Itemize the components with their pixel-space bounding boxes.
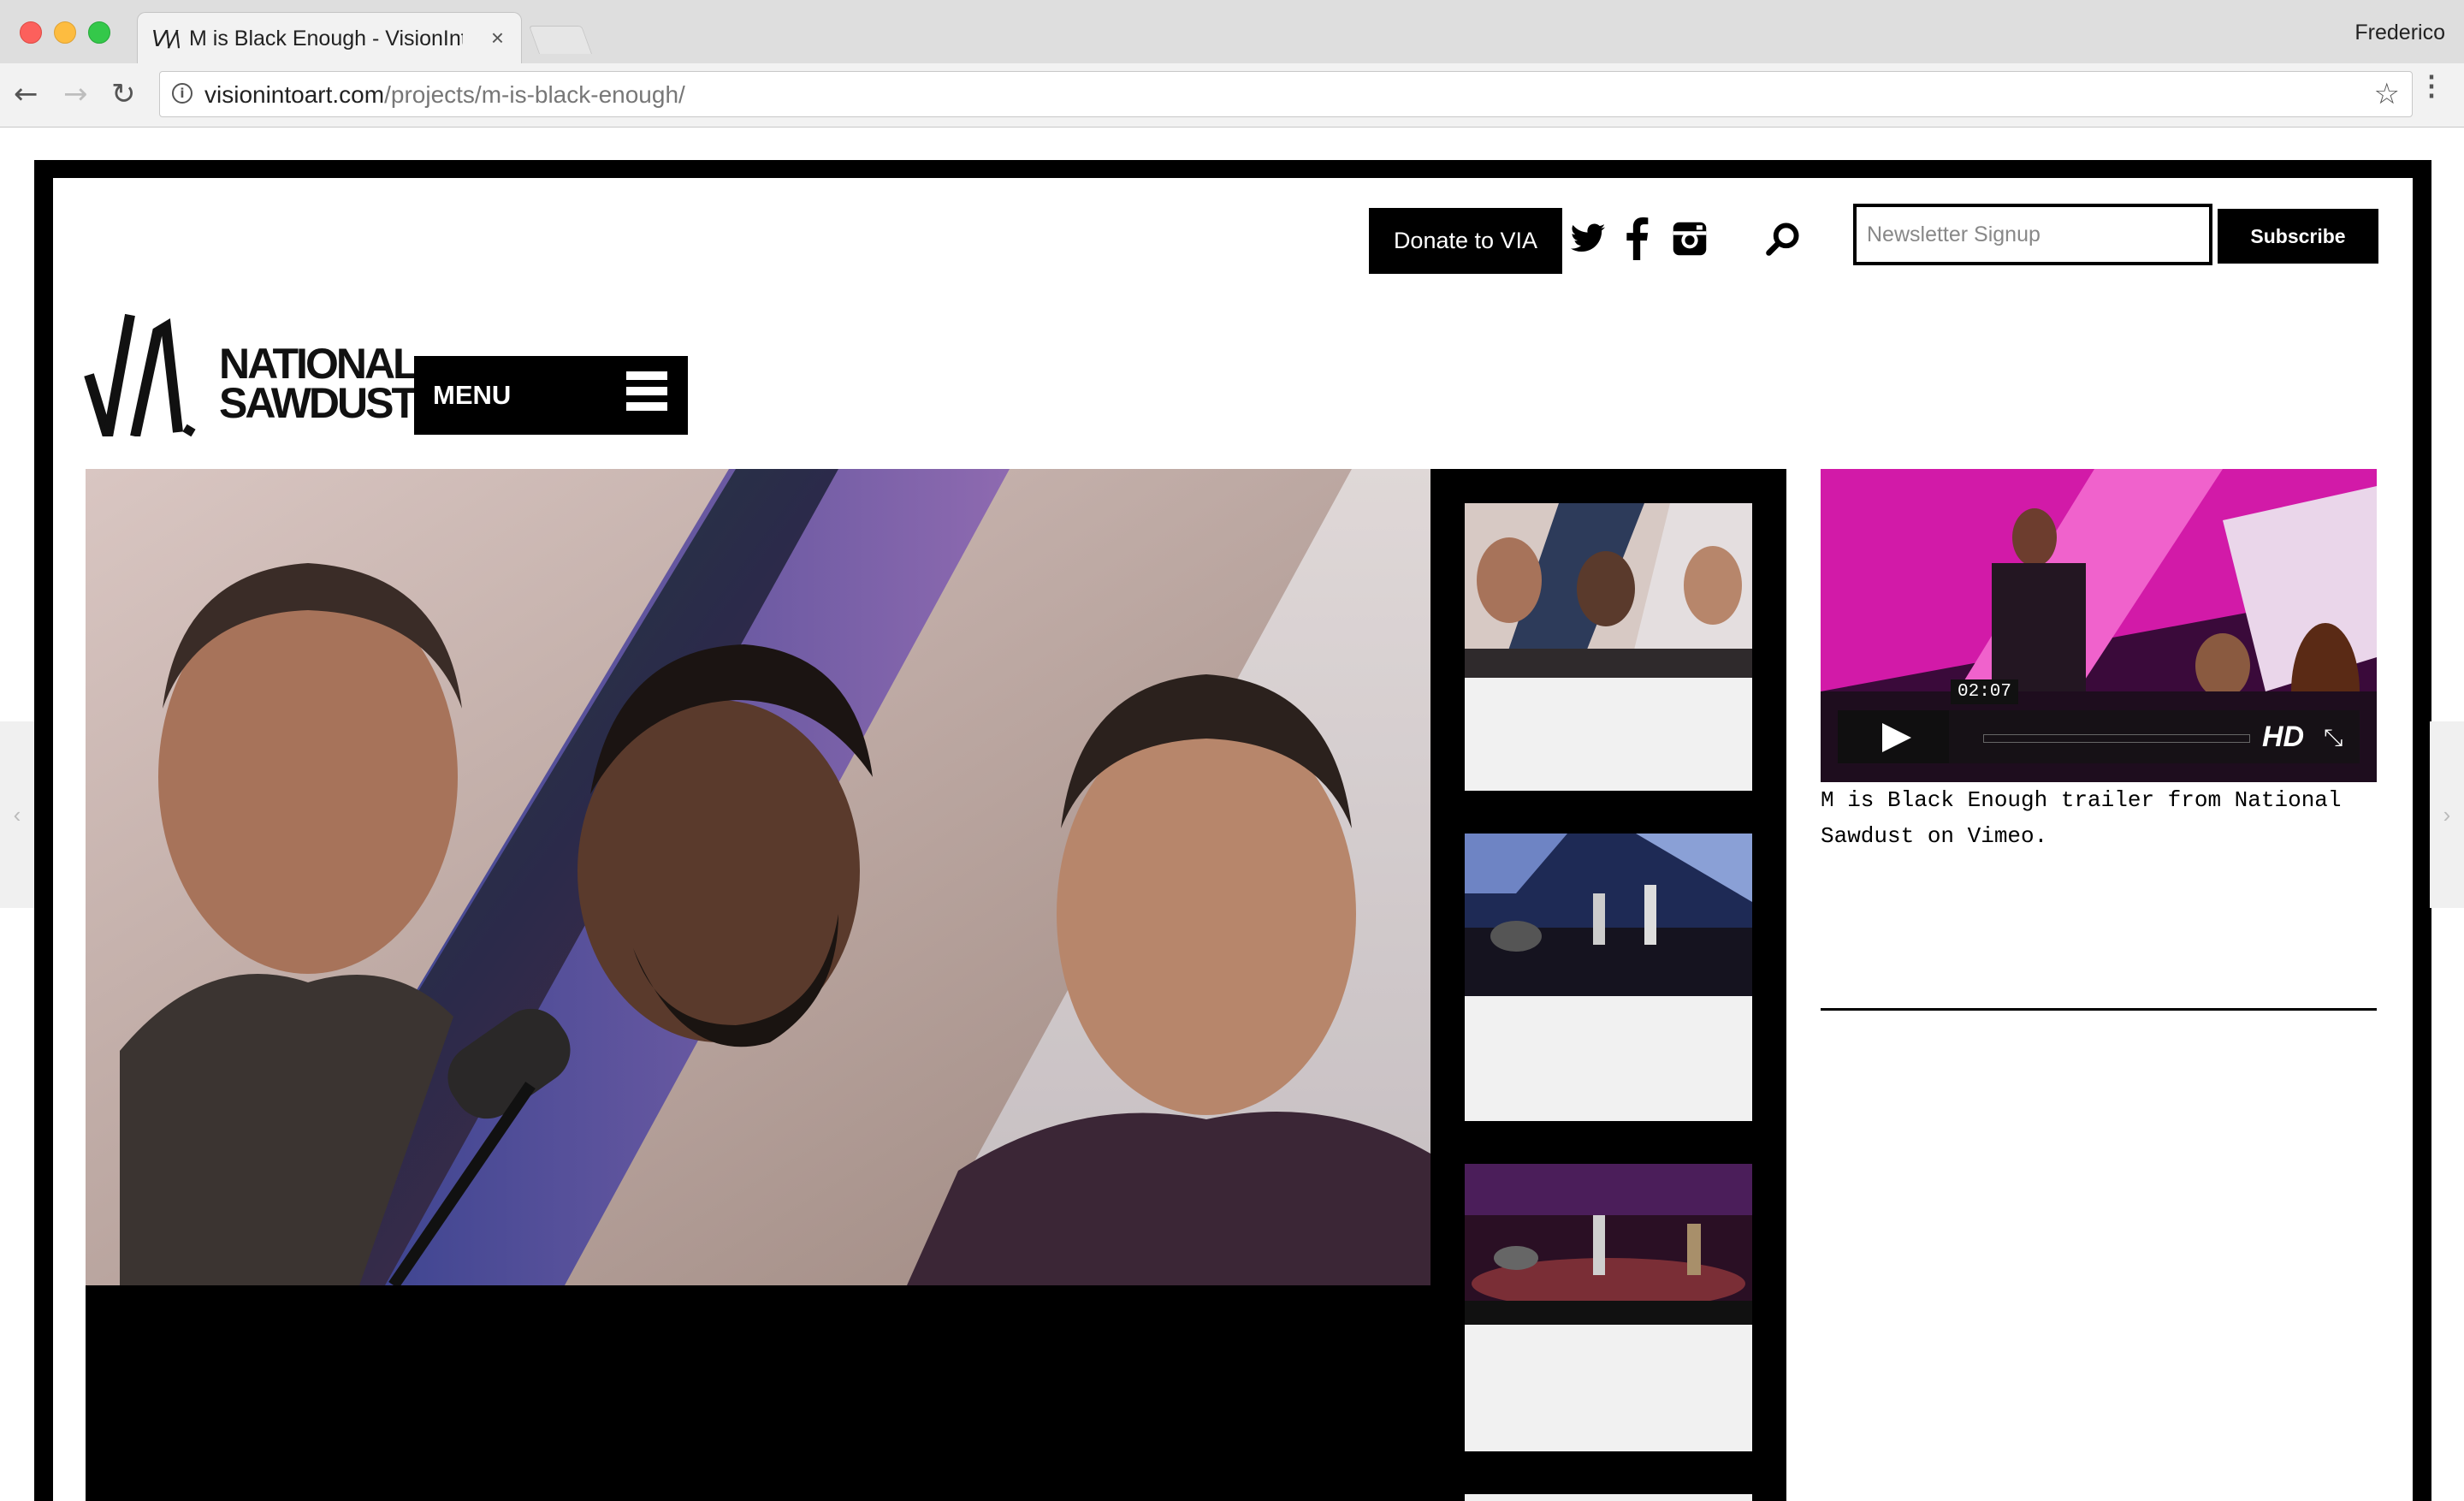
maximize-window-button[interactable] bbox=[88, 21, 110, 44]
gallery-thumbnail[interactable] bbox=[1465, 503, 1752, 791]
bookmark-star-icon[interactable]: ☆ bbox=[2374, 77, 2400, 111]
subscribe-button[interactable]: Subscribe bbox=[2218, 209, 2378, 264]
twitter-icon[interactable] bbox=[1569, 217, 1607, 260]
search-icon[interactable] bbox=[1764, 217, 1802, 260]
tab-title: M is Black Enough - VisionInto bbox=[189, 27, 463, 50]
instagram-icon[interactable] bbox=[1672, 217, 1708, 260]
browser-tab-active[interactable]: V\/\ M is Black Enough - VisionInto × bbox=[137, 12, 522, 64]
new-tab-button[interactable] bbox=[528, 26, 593, 54]
gallery-thumbnail[interactable] bbox=[1465, 834, 1752, 1121]
forward-arrow-icon[interactable]: → bbox=[63, 77, 88, 111]
thumbnail-image bbox=[1465, 1164, 1752, 1325]
thumbnail-image bbox=[1465, 834, 1752, 996]
hero-image bbox=[86, 469, 1430, 1285]
video-controls: 02:07 HD ⤡ bbox=[1838, 679, 2360, 763]
gallery-thumbnail[interactable] bbox=[1465, 1494, 1752, 1501]
reload-icon[interactable]: ↻ bbox=[111, 77, 136, 111]
facebook-icon[interactable] bbox=[1622, 217, 1651, 260]
next-project-arrow-icon[interactable]: › bbox=[2430, 721, 2464, 908]
vimeo-video-player[interactable]: 02:07 HD ⤡ bbox=[1821, 469, 2377, 782]
prev-project-arrow-icon[interactable]: ‹ bbox=[0, 721, 34, 908]
video-caption[interactable]: M is Black Enough trailer from National … bbox=[1821, 782, 2377, 854]
minimize-window-button[interactable] bbox=[54, 21, 76, 44]
hamburger-icon bbox=[626, 371, 667, 419]
browser-menu-icon[interactable]: ⋮ bbox=[2418, 72, 2445, 99]
fullscreen-icon[interactable]: ⤡ bbox=[2324, 724, 2343, 752]
close-window-button[interactable] bbox=[20, 21, 42, 44]
logo-wordmark: NATIONAL SAWDUST bbox=[219, 340, 419, 427]
address-bar[interactable]: i visionintoart.com/projects/m-is-black-… bbox=[159, 71, 2413, 117]
video-time: 02:07 bbox=[1951, 679, 2019, 704]
gallery-thumbnail[interactable] bbox=[1465, 1164, 1752, 1451]
newsletter-signup-input[interactable] bbox=[1853, 204, 2212, 265]
back-arrow-icon[interactable]: ← bbox=[14, 77, 38, 111]
profile-name[interactable]: Frederico bbox=[2354, 21, 2445, 45]
favicon-icon: V\/\ bbox=[151, 27, 181, 52]
info-icon[interactable]: i bbox=[172, 83, 192, 104]
menu-button[interactable]: MENU bbox=[414, 356, 688, 435]
play-icon[interactable] bbox=[1838, 710, 1949, 763]
hd-toggle[interactable]: HD bbox=[2262, 721, 2304, 754]
video-progress-bar[interactable] bbox=[1983, 734, 2250, 743]
donate-button[interactable]: Donate to VIA bbox=[1369, 208, 1562, 274]
hero-caption-area bbox=[86, 1285, 1430, 1501]
menu-label: MENU bbox=[433, 380, 512, 410]
browser-tab-bar: V\/\ M is Black Enough - VisionInto × Fr… bbox=[0, 0, 2464, 64]
browser-toolbar: ← → ↻ i visionintoart.com/projects/m-is-… bbox=[0, 63, 2464, 128]
thumbnail-gallery bbox=[1430, 469, 1786, 1501]
tab-close-icon[interactable]: × bbox=[491, 25, 504, 51]
url-text[interactable]: visionintoart.com/projects/m-is-black-en… bbox=[204, 81, 685, 109]
thumbnail-image bbox=[1465, 503, 1752, 678]
divider bbox=[1821, 1008, 2377, 1011]
